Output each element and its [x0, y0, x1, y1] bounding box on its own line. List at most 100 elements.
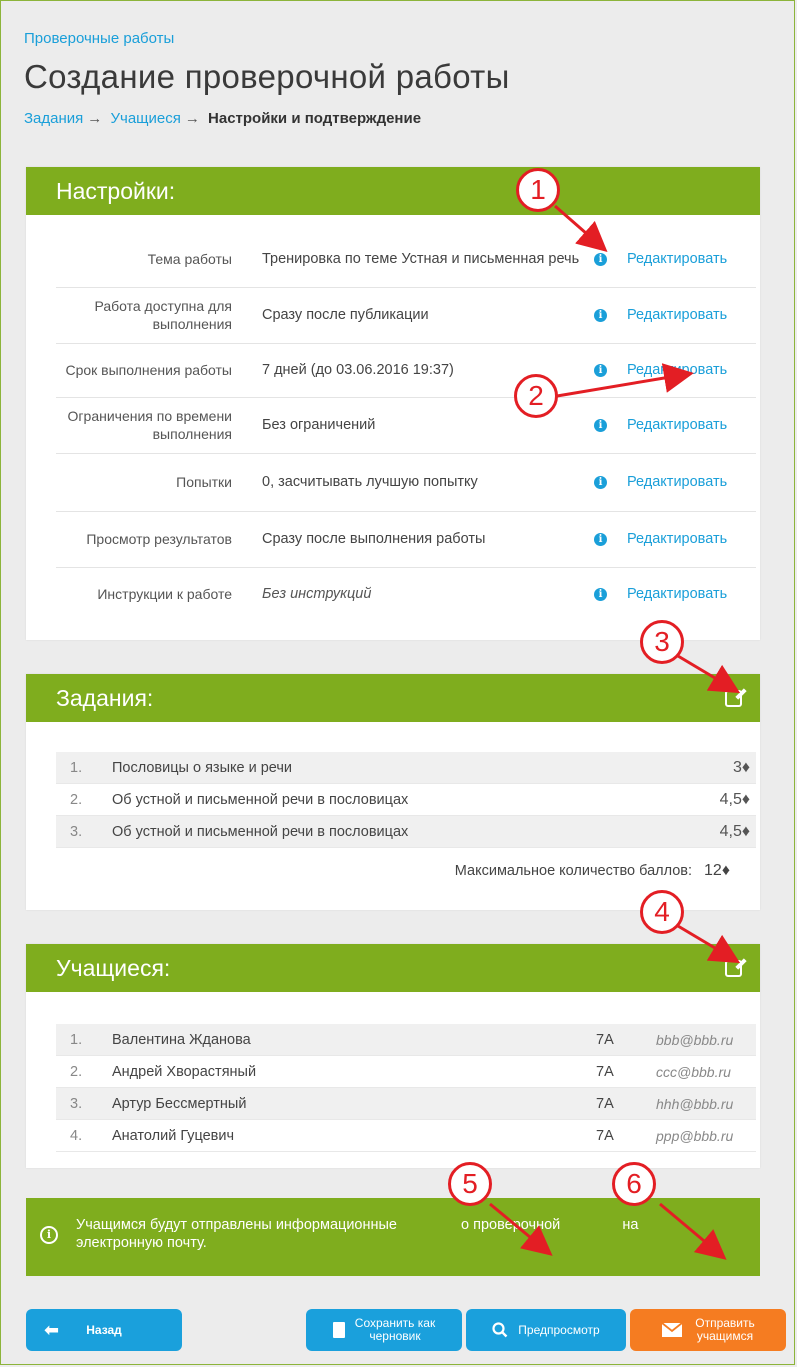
search-icon — [492, 1322, 508, 1338]
student-number: 3. — [70, 1095, 83, 1112]
preview-label: Предпросмотр — [518, 1323, 600, 1337]
send-line-2: учащимся — [696, 1329, 754, 1343]
send-label: Отправить учащимся — [695, 1317, 755, 1343]
student-class: 7А — [596, 1095, 614, 1112]
students-card: Учащиеся: 1. Валентина Жданова 7А bbb@bb… — [26, 944, 760, 1168]
edit-availability-link[interactable]: Редактировать — [627, 307, 727, 323]
task-row[interactable]: 2. Об устной и письменной речи в послови… — [56, 784, 756, 816]
tasks-header: Задания: — [26, 674, 760, 722]
student-email: ppp@bbb.ru — [656, 1127, 734, 1144]
task-row[interactable]: 1. Пословицы о языке и речи 3♦ — [56, 752, 756, 784]
save-draft-button[interactable]: Сохранить как черновик — [306, 1309, 462, 1351]
notice-line-1: Учащимся будут отправлены информационные… — [76, 1216, 740, 1234]
save-draft-label: Сохранить как черновик — [355, 1317, 435, 1343]
edit-instructions-link[interactable]: Редактировать — [627, 586, 727, 602]
setting-row-time-limit: Ограничения по времени выполнения Без ог… — [56, 397, 756, 454]
setting-row-attempts: Попытки 0, засчитывать лучшую попытку i … — [56, 453, 756, 512]
info-icon[interactable]: i — [594, 532, 607, 546]
setting-value: Тренировка по теме Устная и письменная р… — [262, 250, 580, 267]
save-line-2: черновик — [369, 1329, 421, 1343]
task-number: 1. — [70, 759, 83, 776]
setting-label: Попытки — [176, 474, 232, 490]
notice-line-2: электронную почту. — [76, 1235, 207, 1251]
settings-card: Настройки: Тема работы Тренировка по тем… — [26, 167, 760, 640]
tasks-list: 1. Пословицы о языке и речи 3♦ 2. Об уст… — [56, 752, 756, 848]
back-label: Назад — [86, 1323, 122, 1337]
arrow-left-icon: ⬅ — [44, 1319, 60, 1340]
setting-label: Ограничения по времени выполнения — [67, 408, 232, 442]
task-score: 4,5♦ — [719, 790, 750, 808]
task-title: Пословицы о языке и речи — [112, 759, 293, 776]
student-name: Анатолий Гуцевич — [112, 1127, 235, 1144]
send-line-1: Отправить — [695, 1316, 755, 1330]
student-name: Андрей Хворастяный — [112, 1063, 257, 1080]
setting-row-deadline: Срок выполнения работы 7 дней (до 03.06.… — [56, 343, 756, 398]
student-number: 4. — [70, 1127, 83, 1144]
max-score-label: Максимальное количество баллов: — [454, 863, 693, 879]
setting-value: Сразу после публикации — [262, 306, 429, 323]
setting-row-results: Просмотр результатов Сразу после выполне… — [56, 511, 756, 568]
student-name: Артур Бессмертный — [112, 1095, 247, 1112]
info-icon[interactable]: i — [594, 252, 607, 266]
edit-time-limit-link[interactable]: Редактировать — [627, 417, 727, 433]
step-tasks-link[interactable]: Задания — [24, 110, 83, 127]
max-score-line: Максимальное количество баллов: 12♦ — [455, 862, 730, 880]
step-students-link[interactable]: Учащиеся — [110, 110, 180, 127]
envelope-icon — [661, 1322, 683, 1337]
setting-row-topic: Тема работы Тренировка по теме Устная и … — [56, 231, 756, 288]
tasks-card: Задания: 1. Пословицы о языке и речи 3♦ … — [26, 674, 760, 910]
wizard-steps: Задания → Учащиеся → Настройки и подтвержд… — [24, 110, 421, 127]
student-class: 7А — [596, 1031, 614, 1048]
setting-value: Без инструкций — [262, 585, 372, 602]
info-icon[interactable]: i — [594, 587, 607, 601]
page-title: Создание проверочной работы — [24, 58, 510, 95]
edit-icon[interactable] — [725, 960, 742, 977]
callout-6: 6 — [612, 1162, 656, 1206]
step-arrow: → — [87, 110, 103, 127]
settings-title: Настройки: — [56, 177, 176, 204]
student-email: ccc@bbb.ru — [656, 1063, 731, 1080]
back-button[interactable]: ⬅ Назад — [26, 1309, 182, 1351]
students-header: Учащиеся: — [26, 944, 760, 992]
edit-topic-link[interactable]: Редактировать — [627, 251, 727, 267]
edit-attempts-link[interactable]: Редактировать — [627, 474, 727, 490]
setting-label: Тема работы — [147, 251, 232, 267]
students-title: Учащиеся: — [56, 954, 171, 981]
document-icon — [332, 1322, 345, 1338]
info-icon[interactable]: i — [594, 308, 607, 322]
student-row[interactable]: 4. Анатолий Гуцевич 7А ppp@bbb.ru — [56, 1120, 756, 1152]
task-row[interactable]: 3. Об устной и письменной речи в послови… — [56, 816, 756, 848]
save-line-1: Сохранить как — [354, 1316, 436, 1330]
preview-button[interactable]: Предпросмотр — [466, 1309, 626, 1351]
edit-deadline-link[interactable]: Редактировать — [627, 362, 727, 378]
callout-1: 1 — [516, 168, 560, 212]
task-title: Об устной и письменной речи в пословицах — [112, 823, 409, 840]
student-class: 7А — [596, 1127, 614, 1144]
student-row[interactable]: 3. Артур Бессмертный 7А hhh@bbb.ru — [56, 1088, 756, 1120]
step-current: Настройки и подтверждение — [208, 110, 422, 127]
tasks-title: Задания: — [56, 684, 154, 711]
info-icon[interactable]: i — [594, 363, 607, 377]
setting-label: Просмотр результатов — [86, 531, 232, 547]
setting-row-availability: Работа доступна для выполнения Сразу пос… — [56, 287, 756, 344]
setting-label: Инструкции к работе — [97, 586, 232, 602]
breadcrumb-link-tests[interactable]: Проверочные работы — [24, 30, 174, 47]
send-to-students-button[interactable]: Отправить учащимся — [630, 1309, 786, 1351]
student-row[interactable]: 2. Андрей Хворастяный 7А ccc@bbb.ru — [56, 1056, 756, 1088]
edit-results-link[interactable]: Редактировать — [627, 531, 727, 547]
task-score: 4,5♦ — [719, 822, 750, 840]
info-icon: i — [40, 1226, 58, 1244]
info-icon[interactable]: i — [594, 418, 607, 432]
student-name: Валентина Жданова — [112, 1031, 251, 1048]
callout-5: 5 — [448, 1162, 492, 1206]
edit-icon[interactable] — [725, 690, 742, 707]
info-icon[interactable]: i — [594, 475, 607, 489]
student-row[interactable]: 1. Валентина Жданова 7А bbb@bbb.ru — [56, 1024, 756, 1056]
notice-text: на — [622, 1217, 639, 1233]
step-arrow: → — [184, 110, 200, 127]
task-score: 3♦ — [732, 758, 750, 776]
task-number: 3. — [70, 823, 83, 840]
students-list: 1. Валентина Жданова 7А bbb@bbb.ru 2. Ан… — [56, 1024, 756, 1152]
max-score-value: 12♦ — [704, 862, 730, 879]
setting-value: Сразу после выполнения работы — [262, 530, 486, 547]
